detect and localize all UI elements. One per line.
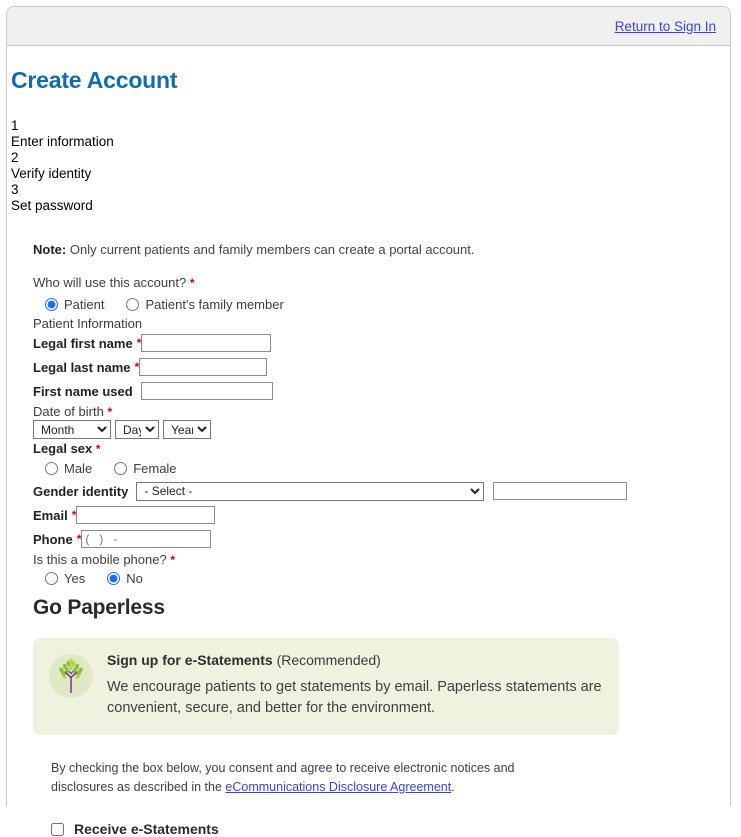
legal-last-name-row: Legal last name * [33, 356, 730, 378]
return-to-sign-in-link[interactable]: Return to Sign In [615, 19, 716, 34]
go-paperless-title: Go Paperless [33, 596, 165, 619]
top-header-bar: Return to Sign In [7, 7, 730, 46]
estatements-banner: Sign up for e-Statements (Recommended) W… [33, 638, 619, 735]
legal-sex-radio-group: Male Female [45, 458, 730, 478]
radio-label-patient: Patient [64, 296, 105, 312]
step-label: Set password [11, 198, 93, 213]
radio-option-mobile-yes[interactable]: Yes [45, 571, 85, 586]
phone-label: Phone [33, 531, 73, 547]
step-label: Verify identity [11, 166, 92, 181]
receive-estatements-label: Receive e-Statements [74, 821, 219, 837]
phone-row: Phone * [33, 528, 730, 550]
note-text: Only current patients and family members… [66, 242, 475, 257]
step-label: Enter information [11, 134, 114, 149]
radio-input-mobile-yes[interactable] [45, 571, 58, 585]
mobile-phone-question: Is this a mobile phone? * [33, 552, 730, 567]
gender-identity-row: Gender identity - Select - [33, 480, 730, 502]
receive-estatements-checkbox[interactable] [51, 822, 64, 836]
radio-option-patient[interactable]: Patient [45, 297, 104, 312]
gender-identity-label: Gender identity [33, 483, 129, 499]
patient-information-label: Patient Information [33, 316, 143, 331]
tree-icon [49, 654, 93, 698]
estatements-heading-rest: (Recommended) [272, 652, 381, 668]
radio-input-female[interactable] [114, 461, 128, 475]
radio-label-family-member: Patient's family member [145, 296, 284, 312]
estatements-heading-bold: Sign up for e-Statements [107, 652, 273, 668]
radio-label-female: Female [133, 460, 177, 476]
radio-input-mobile-no[interactable] [107, 571, 121, 585]
dob-month-select[interactable]: Month [33, 420, 111, 439]
required-asterisk: * [170, 553, 175, 567]
mobile-phone-label: Is this a mobile phone? [33, 552, 167, 567]
legal-last-name-label: Legal last name [33, 359, 131, 375]
step-number: 2 [11, 150, 19, 165]
radio-label-mobile-yes: Yes [64, 570, 86, 586]
first-name-used-label: First name used [33, 383, 133, 399]
dob-year-select[interactable]: Year [163, 420, 211, 439]
email-input[interactable] [76, 506, 216, 524]
legal-last-name-input[interactable] [139, 358, 268, 376]
gender-identity-other-input[interactable] [493, 482, 628, 500]
mobile-phone-radio-group: Yes No [45, 568, 730, 588]
required-asterisk: * [95, 442, 101, 456]
who-uses-account-radio-group: Patient Patient's family member [45, 294, 730, 314]
radio-label-male: Male [64, 460, 93, 476]
dob-day-select[interactable]: Day [115, 420, 159, 439]
estatements-heading: Sign up for e-Statements (Recommended) [107, 652, 603, 668]
date-of-birth-label: Date of birth [33, 404, 104, 419]
page-content: Create Account 1 Enter information 2 Ver… [7, 47, 730, 837]
radio-option-female[interactable]: Female [114, 460, 177, 476]
legal-first-name-row: Legal first name * [33, 332, 730, 354]
phone-input[interactable] [81, 530, 212, 548]
page-title: Create Account [11, 67, 178, 93]
email-row: Email * [33, 504, 730, 526]
step-number: 1 [11, 118, 19, 133]
legal-first-name-input[interactable] [141, 334, 272, 352]
radio-option-male[interactable]: Male [45, 461, 92, 476]
required-asterisk: * [107, 405, 113, 419]
who-uses-account-question: Who will use this account? * [33, 275, 730, 290]
radio-option-family-member[interactable]: Patient's family member [126, 296, 284, 312]
first-name-used-row: First name used [33, 380, 730, 402]
estatements-body: We encourage patients to get statements … [107, 679, 602, 716]
first-name-used-input[interactable] [140, 382, 273, 400]
receive-estatements-row[interactable]: Receive e-Statements [51, 821, 730, 837]
step-item-3: 3 Set password [11, 182, 730, 214]
who-uses-account-label: Who will use this account? [33, 275, 187, 290]
radio-option-mobile-no[interactable]: No [107, 571, 143, 586]
date-of-birth-question: Date of birth * [33, 404, 730, 419]
consent-text-after: . [451, 780, 455, 794]
estatements-text-block: Sign up for e-Statements (Recommended) W… [107, 652, 603, 719]
account-note: Note: Only current patients and family m… [33, 242, 730, 257]
required-asterisk: * [189, 276, 195, 290]
radio-label-mobile-no: No [126, 570, 143, 586]
legal-sex-question: Legal sex * [33, 441, 730, 456]
step-number: 3 [11, 182, 19, 197]
gender-identity-select[interactable]: - Select - [136, 481, 485, 501]
page-container: Return to Sign In Create Account 1 Enter… [6, 6, 731, 837]
legal-sex-label: Legal sex [33, 441, 93, 456]
step-item-2: 2 Verify identity [11, 150, 730, 182]
step-item-1: 1 Enter information [11, 118, 730, 150]
note-prefix: Note [33, 242, 62, 257]
email-label: Email [33, 507, 68, 523]
radio-input-family-member[interactable] [126, 297, 140, 311]
radio-input-male[interactable] [45, 461, 58, 475]
legal-first-name-label: Legal first name [33, 335, 133, 351]
create-account-form: Note: Only current patients and family m… [7, 214, 730, 837]
date-of-birth-selectors: Month Day Year [33, 420, 730, 439]
step-indicator: 1 Enter information 2 Verify identity 3 … [7, 94, 730, 214]
ecommunications-disclosure-link[interactable]: eCommunications Disclosure Agreement [225, 780, 451, 794]
radio-input-patient[interactable] [45, 297, 58, 311]
